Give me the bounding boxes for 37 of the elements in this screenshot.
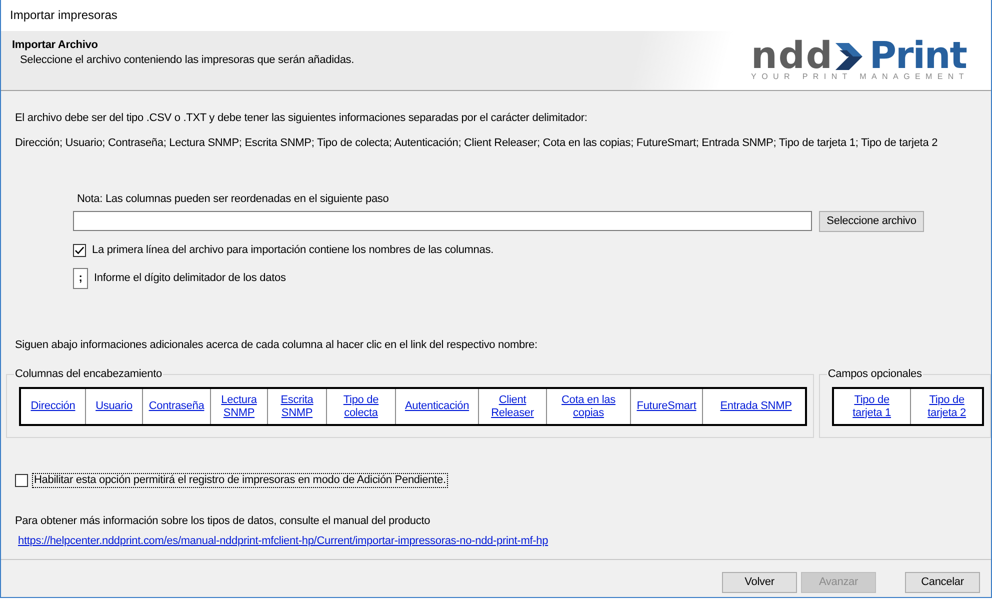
- help-text: Para obtener más información sobre los tipos de datos, consulte el manual del producto: [15, 514, 432, 529]
- instruction-text: El archivo debe ser del tipo .CSV o .TXT y debe tener las siguientes informaciones separadas por el carácter delimitador:: [15, 111, 588, 126]
- dialog-button[interactable]: Volver: [722, 572, 797, 593]
- checkbox[interactable]: [15, 474, 28, 487]
- column-link[interactable]: FutureSmart: [636, 400, 696, 413]
- header-title: Importar Archivo: [12, 38, 99, 53]
- window-title: Importar impresoras: [10, 8, 118, 23]
- column-link[interactable]: Usuario: [96, 400, 132, 413]
- column-link[interactable]: Entrada SNMP: [720, 400, 792, 413]
- logo-tagline: YOUR PRINT MANAGEMENT: [751, 72, 969, 81]
- dialog-button[interactable]: Cancelar: [905, 572, 980, 593]
- column-link[interactable]: Cota en las copias: [550, 394, 627, 420]
- delimiter-field[interactable]: ;: [73, 268, 88, 289]
- column-link[interactable]: Escrita SNMP: [271, 394, 323, 420]
- column-link[interactable]: Tipo de colecta: [330, 394, 392, 420]
- checkbox[interactable]: [73, 244, 86, 257]
- instruction-text: Dirección; Usuario; Contraseña; Lectura SNMP; Escrita SNMP; Tipo de colecta; Autenticación; Client Releaser; Cota en las copias; FutureSmart; Entrada SNMP; Tipo de tarjeta 1; Tipo de tarjeta 2: [15, 136, 939, 151]
- column-link[interactable]: Tipo de tarjeta 2: [918, 394, 975, 420]
- logo-text: ndd: [751, 41, 834, 71]
- select-file-button[interactable]: Seleccione archivo: [819, 211, 924, 232]
- column-link[interactable]: Contraseña: [148, 400, 204, 413]
- file-path-field[interactable]: [73, 211, 812, 231]
- column-link[interactable]: Lectura SNMP: [214, 394, 264, 420]
- note-text: Nota: Las columnas pueden ser reordenadas en el siguiente paso: [77, 192, 390, 207]
- logo-text: Print: [869, 41, 966, 71]
- help-link[interactable]: https://helpcenter.nddprint.com/es/manual-nddprint-mfclient-hp/Current/importar-impressoras-no-ndd-print-mf-hp: [18, 534, 548, 549]
- column-link[interactable]: Autenticación: [404, 400, 470, 413]
- header-subtitle: Seleccione el archivo conteniendo las impresoras que serán añadidas.: [19, 53, 354, 68]
- column-link[interactable]: Client Releaser: [482, 394, 543, 420]
- intro-text: Siguen abajo informaciones adicionales acerca de cada columna al hacer clic en el link del respectivo nombre:: [15, 338, 538, 353]
- group-title: Columnas del encabezamiento: [14, 367, 163, 382]
- column-link[interactable]: Tipo de tarjeta 1: [842, 394, 902, 420]
- delimiter-label: Informe el dígito delimitador de los datos: [94, 271, 286, 286]
- checkbox-label: La primera línea del archivo para importación contiene los nombres de las columnas.: [92, 243, 494, 258]
- column-link[interactable]: Dirección: [30, 400, 76, 413]
- group-title: Campos opcionales: [826, 367, 923, 382]
- checkbox-label: Habilitar esta opción permitirá el registro de impresoras en modo de Adición Pendiente.: [32, 473, 448, 488]
